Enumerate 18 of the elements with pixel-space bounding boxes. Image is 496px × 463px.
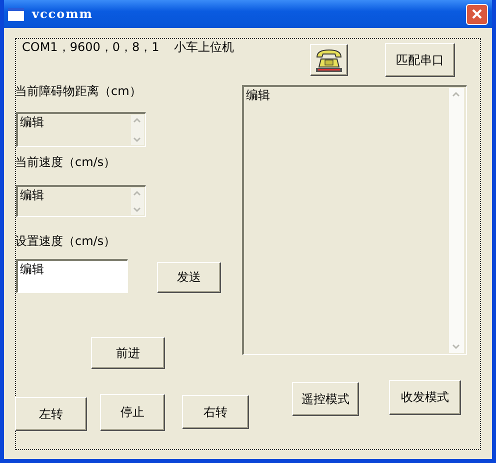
push-button[interactable]: 停止 [100, 394, 165, 431]
push-button[interactable]: 收发模式 [389, 380, 461, 415]
field-label: 当前障碍物距离（cm） [15, 83, 142, 100]
push-button[interactable]: 匹配串口 [385, 43, 455, 77]
output-text-area[interactable]: 编辑 [242, 85, 467, 355]
port-settings-text: COM1，9600，0，8，1 [22, 39, 160, 56]
field-label: 当前速度（cm/s） [15, 154, 116, 171]
input-field[interactable]: 编辑 [16, 259, 128, 293]
input-field[interactable]: 编辑 [16, 185, 146, 217]
input-field[interactable]: 编辑 [16, 112, 146, 147]
push-button[interactable]: 发送 [157, 262, 221, 293]
push-button[interactable]: 右转 [182, 395, 249, 429]
field-label: 设置速度（cm/s） [15, 233, 116, 250]
push-button[interactable]: 左转 [15, 397, 87, 431]
push-button[interactable]: 遥控模式 [292, 382, 359, 416]
push-button[interactable]: 前进 [91, 337, 165, 369]
window-title: vccomm [32, 7, 93, 21]
app-name-label: 小车上位机 [174, 39, 234, 56]
